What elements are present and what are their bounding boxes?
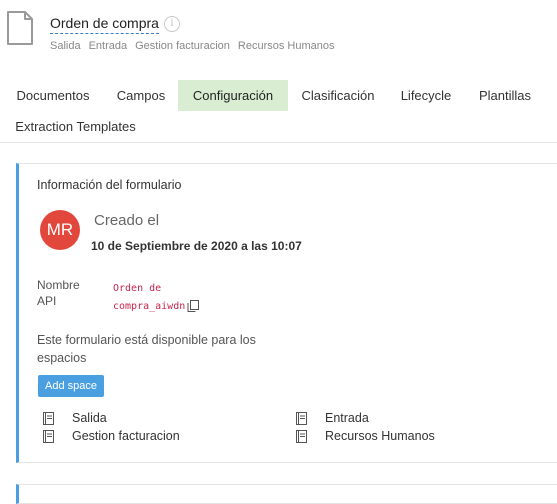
- form-title[interactable]: Orden de compra: [50, 15, 159, 34]
- header-spaces: Salida Entrada Gestion facturacion Recursos…: [50, 40, 342, 52]
- tab-plantillas[interactable]: Plantillas: [470, 80, 540, 111]
- space-label: Gestion facturacion: [72, 429, 180, 443]
- header-space-recursos-humanos: Recursos Humanos: [237, 40, 335, 52]
- tab-clasificacion[interactable]: Clasificación: [292, 80, 384, 111]
- document-icon: [7, 11, 33, 45]
- book-icon: [296, 430, 307, 443]
- availability-text: Este formulario está disponible para los…: [37, 333, 256, 365]
- space-label: Entrada: [325, 411, 369, 425]
- card-title: Información del formulario: [37, 178, 182, 192]
- space-label: Recursos Humanos: [325, 429, 435, 443]
- form-info-card: Información del formulario MR Creado el …: [16, 163, 557, 463]
- space-label: Salida: [72, 411, 107, 425]
- created-label: Creado el: [94, 212, 160, 229]
- copy-icon[interactable]: [187, 300, 200, 312]
- created-date: 10 de Septiembre de 2020 a las 10:07: [91, 239, 302, 253]
- tab-campos[interactable]: Campos: [106, 80, 176, 111]
- add-space-button[interactable]: Add space: [38, 375, 104, 397]
- api-label: API: [37, 294, 57, 308]
- api-name-value: Orden de compra_aiwdn: [113, 280, 200, 316]
- header-space-entrada: Entrada: [88, 40, 128, 52]
- api-value-line2: compra_aiwdn: [113, 301, 186, 312]
- tab-documentos[interactable]: Documentos: [7, 80, 99, 111]
- book-icon: [43, 412, 54, 425]
- tab-configuracion[interactable]: Configuración: [178, 80, 288, 111]
- info-icon[interactable]: i: [164, 16, 180, 32]
- book-icon: [43, 430, 54, 443]
- tab-lifecycle[interactable]: Lifecycle: [392, 80, 460, 111]
- name-label: Nombre: [37, 278, 80, 292]
- avatar: MR: [40, 210, 80, 250]
- form-header: Orden de compra i Salida Entrada Gestion f…: [0, 0, 557, 70]
- header-space-gestion-facturacion: Gestion facturacion: [135, 40, 230, 52]
- header-space-salida: Salida: [50, 40, 81, 52]
- tab-extraction-templates[interactable]: Extraction Templates: [9, 111, 142, 142]
- book-icon: [296, 412, 307, 425]
- api-value-line1: Orden de: [113, 283, 162, 294]
- tabs-divider: [0, 142, 557, 143]
- next-card: [16, 484, 557, 504]
